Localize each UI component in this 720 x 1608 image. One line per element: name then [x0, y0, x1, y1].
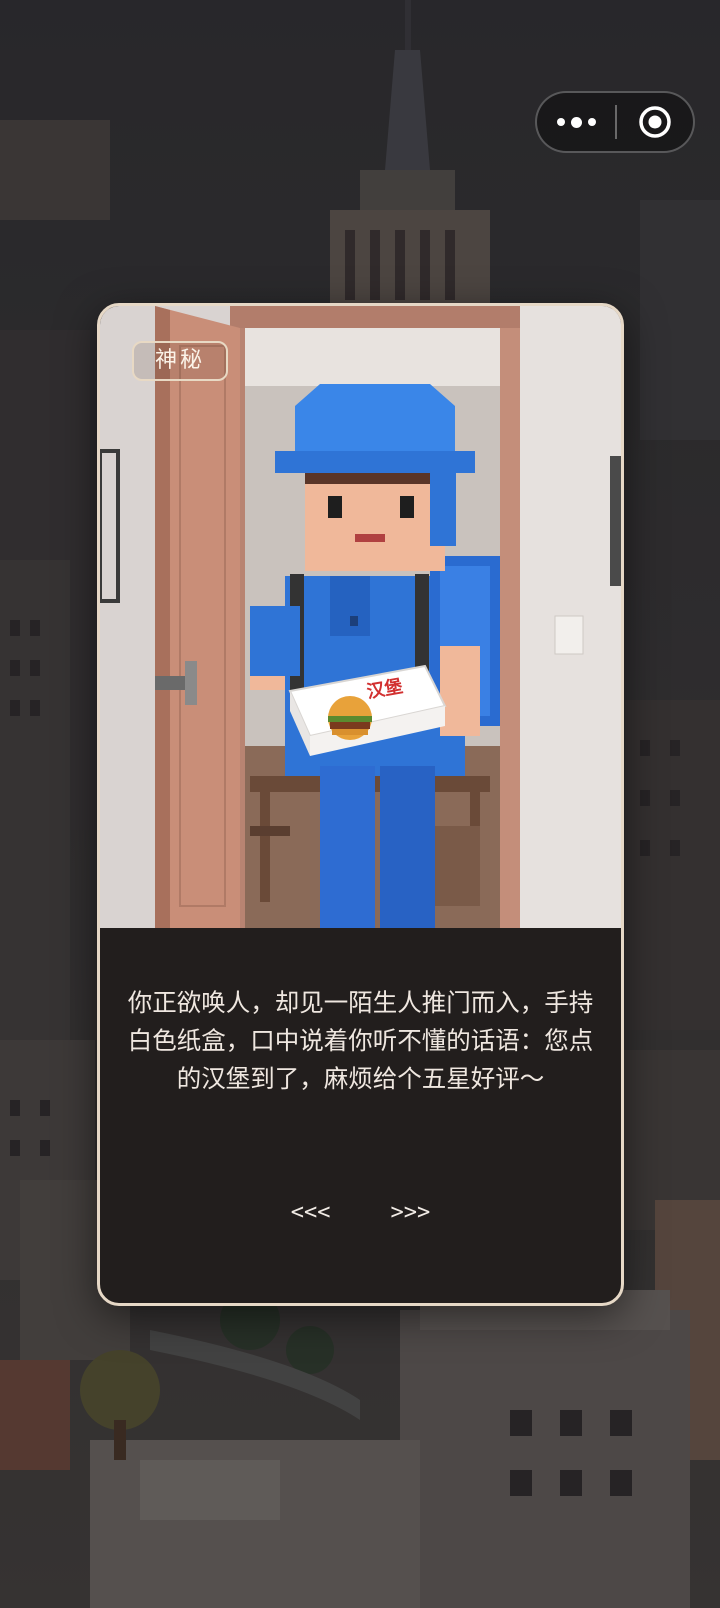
- target-close-icon: [639, 106, 671, 138]
- story-illustration: 汉堡 神秘: [100, 306, 621, 928]
- more-button[interactable]: [537, 93, 615, 151]
- next-page-button[interactable]: >>>: [385, 1196, 437, 1229]
- screen: 汉堡 神秘 你正欲唤人，却见一陌生人推门而入，手持白色纸盒，口中说着你听不懂的话…: [0, 0, 720, 1608]
- story-text: 你正欲唤人，却见一陌生人推门而入，手持白色纸盒，口中说着你听不懂的话语：您点的汉…: [127, 988, 594, 1093]
- prev-page-button[interactable]: <<<: [285, 1196, 337, 1229]
- story-tag-badge: 神秘: [132, 341, 228, 381]
- story-card: 汉堡 神秘 你正欲唤人，却见一陌生人推门而入，手持白色纸盒，口中说着你听不懂的话…: [97, 303, 624, 1306]
- miniprogram-capsule: [535, 91, 695, 153]
- close-button[interactable]: [617, 93, 693, 151]
- more-dots-icon: [556, 118, 565, 126]
- story-nav: <<< >>>: [100, 1196, 621, 1229]
